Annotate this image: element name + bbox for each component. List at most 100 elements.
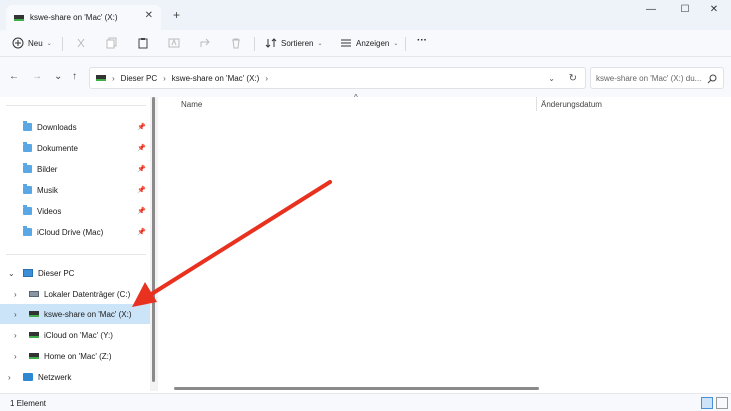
sidebar-item-drive-z[interactable]: › Home on 'Mac' (Z:) [0, 346, 150, 366]
paste-icon[interactable] [137, 37, 149, 49]
pin-icon: 📌 [137, 166, 146, 173]
chevron-down-icon: ⌄ [317, 40, 323, 47]
cut-icon[interactable] [75, 37, 87, 49]
refresh-icon[interactable]: ↻ [569, 73, 577, 84]
sidebar-item-documents[interactable]: Dokumente 📌 [0, 138, 150, 158]
new-tab-button[interactable]: + [173, 8, 180, 22]
delete-icon[interactable] [230, 37, 242, 49]
sidebar-item-videos[interactable]: Videos 📌 [0, 201, 150, 221]
network-icon [23, 373, 33, 381]
music-folder-icon [23, 184, 32, 194]
documents-folder-icon [23, 142, 32, 152]
title-bar: kswe-share on 'Mac' (X:) ✕ + — ☐ ✕ [0, 0, 731, 30]
column-header-name[interactable]: Name [181, 100, 202, 109]
plus-circle-icon [12, 37, 24, 49]
sidebar-item-label: Bilder [37, 164, 58, 174]
back-button[interactable]: ← [9, 71, 19, 82]
address-bar[interactable]: › Dieser PC › kswe-share on 'Mac' (X:) ›… [89, 67, 586, 89]
breadcrumb-this-pc[interactable]: Dieser PC [121, 74, 157, 83]
downloads-folder-icon [23, 121, 32, 131]
view-list-icon [341, 39, 351, 47]
chevron-right-icon[interactable]: › [265, 74, 268, 83]
forward-button[interactable]: → [32, 71, 42, 82]
sidebar-item-this-pc[interactable]: ⌄ Dieser PC [0, 263, 150, 283]
sidebar-divider [6, 254, 146, 255]
new-button[interactable]: Neu ⌄ [12, 37, 52, 49]
sidebar-item-drive-x[interactable]: › kswe-share on 'Mac' (X:) [0, 304, 150, 324]
close-window-button[interactable]: ✕ [704, 4, 724, 15]
chevron-right-icon[interactable]: › [14, 310, 17, 319]
address-dropdown-icon[interactable]: ⌄ [548, 74, 555, 83]
network-drive-icon [29, 332, 39, 338]
sidebar-item-drive-c[interactable]: › Lokaler Datenträger (C:) [0, 284, 150, 304]
folder-icon [23, 226, 32, 236]
pictures-folder-icon [23, 163, 32, 173]
pin-icon: 📌 [137, 187, 146, 194]
rename-icon[interactable] [168, 37, 180, 49]
sidebar-item-drive-y[interactable]: › iCloud on 'Mac' (Y:) [0, 325, 150, 345]
chevron-down-icon: ⌄ [393, 40, 399, 47]
chevron-right-icon[interactable]: › [14, 290, 17, 299]
sort-button-label: Sortieren [281, 38, 314, 48]
chevron-right-icon[interactable]: › [8, 373, 11, 382]
more-options-button[interactable]: ··· [417, 35, 427, 46]
status-bar: 1 Element [0, 393, 731, 411]
minimize-button[interactable]: — [641, 4, 661, 15]
copy-icon[interactable] [106, 37, 118, 49]
network-drive-icon [14, 14, 24, 21]
scrollbar-thumb[interactable] [174, 387, 539, 390]
network-drive-icon [29, 353, 39, 359]
network-drive-icon [96, 75, 106, 81]
sidebar-item-label: iCloud Drive (Mac) [37, 227, 104, 237]
chevron-right-icon: › [163, 73, 166, 83]
search-placeholder: kswe-share on 'Mac' (X:) du... [596, 73, 702, 83]
sidebar-scrollbar[interactable] [150, 97, 158, 391]
sidebar-item-downloads[interactable]: Downloads 📌 [0, 117, 150, 137]
pin-icon: 📌 [137, 208, 146, 215]
sort-button[interactable]: Sortieren ⌄ [265, 37, 323, 49]
scrollbar-thumb[interactable] [152, 97, 155, 382]
breadcrumb-current-drive[interactable]: kswe-share on 'Mac' (X:) [172, 74, 260, 83]
network-drive-icon [29, 311, 39, 317]
chevron-right-icon[interactable]: › [14, 331, 17, 340]
sort-ascending-icon: ^ [354, 93, 358, 102]
sidebar-item-label: Downloads [37, 122, 77, 132]
sidebar-item-network[interactable]: › Netzwerk [0, 367, 150, 387]
sidebar-item-label: Videos [37, 206, 62, 216]
chevron-down-icon[interactable]: ⌄ [8, 269, 15, 278]
pin-icon: 📌 [137, 229, 146, 236]
share-icon[interactable] [199, 37, 211, 49]
pin-icon: 📌 [137, 124, 146, 131]
details-view-button[interactable] [701, 397, 713, 409]
sidebar-item-music[interactable]: Musik 📌 [0, 180, 150, 200]
item-count: 1 Element [10, 399, 47, 408]
navigation-pane: Downloads 📌 Dokumente 📌 Bilder 📌 Musik 📌… [0, 97, 160, 391]
sidebar-item-label: iCloud on 'Mac' (Y:) [44, 330, 113, 340]
search-input[interactable]: kswe-share on 'Mac' (X:) du... [590, 67, 724, 89]
column-header-modified[interactable]: Änderungsdatum [541, 100, 602, 109]
horizontal-scrollbar[interactable] [174, 385, 727, 392]
sidebar-item-label: Dokumente [37, 143, 78, 153]
search-icon [707, 74, 717, 84]
sidebar-item-label: Lokaler Datenträger (C:) [44, 289, 131, 299]
tiles-view-button[interactable] [716, 397, 728, 409]
column-divider[interactable] [536, 97, 537, 111]
chevron-right-icon[interactable]: › [14, 352, 17, 361]
file-list: ^ Name Änderungsdatum [160, 93, 731, 391]
recent-locations-button[interactable]: ⌄ [54, 71, 62, 82]
toolbar-divider [254, 37, 255, 51]
sidebar-item-label: Musik [37, 185, 58, 195]
sidebar-item-pictures[interactable]: Bilder 📌 [0, 159, 150, 179]
sidebar-item-icloud-drive[interactable]: iCloud Drive (Mac) 📌 [0, 222, 150, 242]
view-button[interactable]: Anzeigen ⌄ [340, 37, 398, 49]
sidebar-divider [6, 105, 146, 106]
close-tab-icon[interactable]: ✕ [145, 10, 153, 21]
videos-folder-icon [23, 205, 32, 215]
tab-title: kswe-share on 'Mac' (X:) [30, 13, 118, 22]
tab-active[interactable]: kswe-share on 'Mac' (X:) ✕ [6, 5, 161, 30]
maximize-button[interactable]: ☐ [675, 4, 695, 15]
address-row: ← → ⌄ ↑ › Dieser PC › kswe-share on 'Mac… [0, 57, 731, 97]
new-button-label: Neu [28, 38, 43, 48]
sort-icon [265, 38, 277, 48]
up-button[interactable]: ↑ [72, 71, 77, 82]
